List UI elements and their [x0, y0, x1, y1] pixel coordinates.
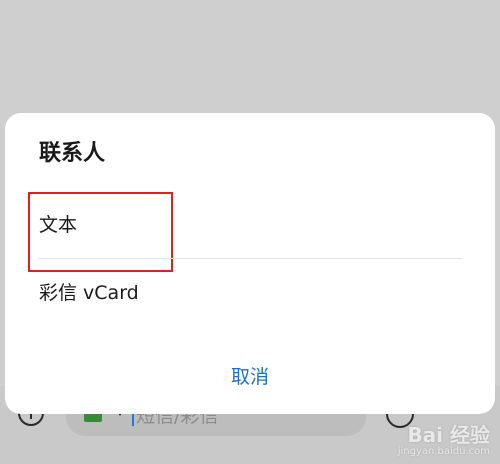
watermark-sub: jingyan.baidu.com [397, 446, 490, 457]
contact-share-dialog: 联系人 文本 彩信 vCard 取消 [5, 113, 495, 414]
watermark-main: Bai 经验 [407, 423, 490, 447]
cancel-button[interactable]: 取消 [200, 362, 300, 392]
baidu-jingyan-watermark: Bai 经验 jingyan.baidu.com [398, 424, 490, 458]
highlight-annotation-box [28, 192, 173, 272]
dialog-title: 联系人 [39, 141, 106, 166]
option-mms-vcard[interactable]: 彩信 vCard [39, 280, 139, 306]
divider [39, 258, 462, 259]
